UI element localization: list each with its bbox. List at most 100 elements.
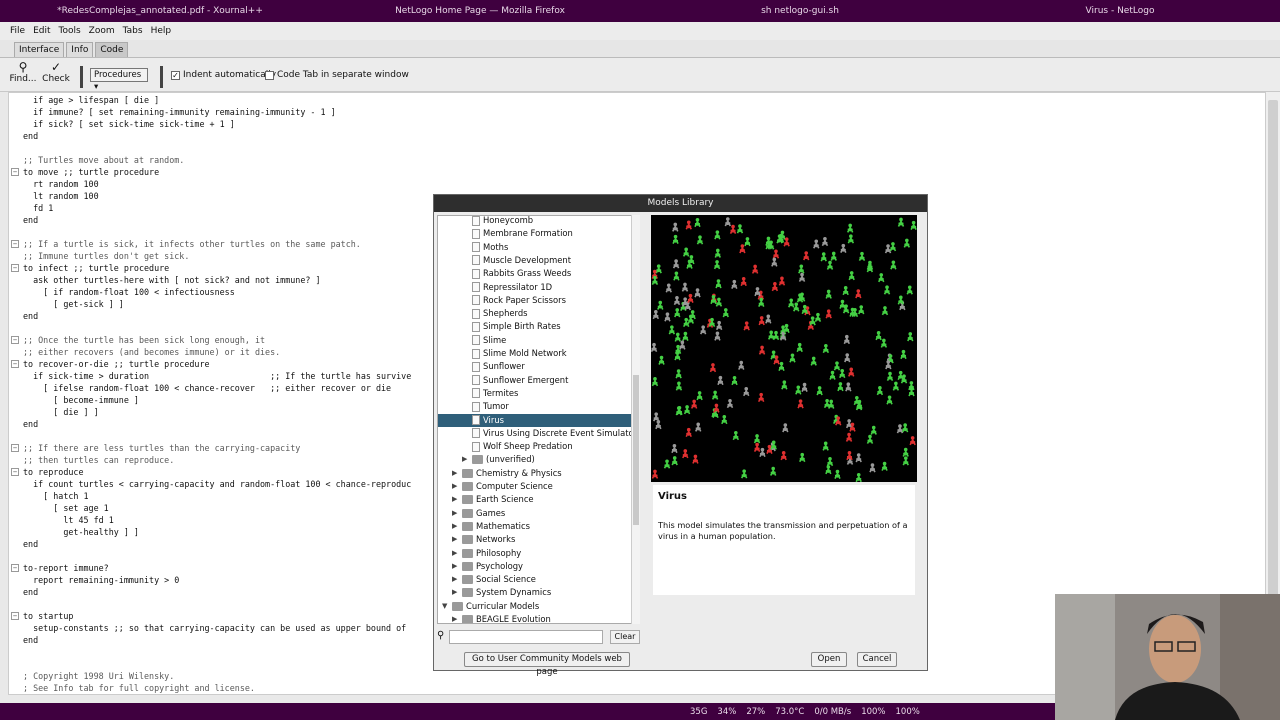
fold-toggle-icon[interactable]: − — [11, 336, 19, 344]
menu-help[interactable]: Help — [151, 26, 172, 36]
folder-item[interactable]: ▶ Mathematics — [452, 520, 530, 533]
model-item[interactable]: Honeycomb — [472, 216, 632, 227]
fold-toggle-icon[interactable]: − — [11, 360, 19, 368]
model-item[interactable]: Sunflower — [472, 360, 632, 373]
separate-window-checkbox[interactable]: Code Tab in separate window — [265, 70, 409, 80]
folder-item[interactable]: ▶ Social Science — [452, 573, 536, 586]
folder-item[interactable]: ▶ Philosophy — [452, 547, 521, 560]
model-item[interactable]: Rock Paper Scissors — [472, 294, 632, 307]
turtle-person — [652, 412, 660, 422]
collapsed-arrow-icon[interactable]: ▶ — [452, 560, 459, 573]
folder-icon — [462, 495, 473, 505]
folder-curricular[interactable]: ▼ Curricular Models — [442, 600, 539, 613]
clear-button[interactable]: Clear — [610, 630, 640, 644]
window-tab-terminal[interactable]: sh netlogo-gui.sh — [640, 0, 960, 22]
procedures-label: Procedures — [94, 70, 142, 80]
collapsed-arrow-icon[interactable]: ▶ — [452, 586, 459, 599]
find-button[interactable]: ⚲ Find... — [8, 61, 38, 85]
open-button[interactable]: Open — [811, 652, 847, 667]
collapsed-arrow-icon[interactable]: ▶ — [452, 533, 459, 546]
expanded-arrow-icon[interactable]: ▼ — [442, 600, 449, 613]
collapsed-arrow-icon[interactable]: ▶ — [452, 520, 459, 533]
code-line: ;; Turtles move about at random. — [23, 155, 185, 165]
tab-interface[interactable]: Interface — [14, 42, 65, 57]
model-item[interactable]: Virus Using Discrete Event Simulator — [472, 427, 632, 440]
window-tab-netlogo[interactable]: Virus - NetLogo — [960, 0, 1280, 22]
model-item[interactable]: Termites — [472, 387, 632, 400]
collapsed-arrow-icon[interactable]: ▶ — [452, 480, 459, 493]
model-item[interactable]: Virus — [438, 413, 631, 427]
menu-zoom[interactable]: Zoom — [89, 26, 115, 36]
fold-toggle-icon[interactable]: − — [11, 240, 19, 248]
model-item[interactable]: Sunflower Emergent — [472, 374, 632, 387]
folder-item[interactable]: ▶ Computer Science — [452, 480, 553, 493]
turtle-person — [696, 235, 704, 245]
menu-tabs[interactable]: Tabs — [123, 26, 143, 36]
turtle-person — [652, 310, 660, 320]
code-line: report remaining-immunity > 0 — [23, 575, 180, 585]
window-tab-firefox[interactable]: NetLogo Home Page — Mozilla Firefox — [320, 0, 640, 22]
collapsed-arrow-icon[interactable]: ▶ — [452, 507, 459, 520]
tab-info[interactable]: Info — [66, 42, 94, 57]
fold-toggle-icon[interactable]: − — [11, 168, 19, 176]
folder-item[interactable]: ▶ System Dynamics — [452, 586, 551, 599]
folder-item[interactable]: ▶ Games — [452, 507, 505, 520]
turtle-person — [685, 427, 692, 438]
folder-unverified[interactable]: ▶ (unverified) — [462, 453, 535, 466]
editor-scroll-thumb[interactable] — [1268, 100, 1278, 670]
folder-label: Mathematics — [476, 520, 530, 531]
tab-code[interactable]: Code — [95, 42, 129, 57]
folder-item[interactable]: ▶ Networks — [452, 533, 515, 546]
fold-toggle-icon[interactable]: − — [11, 444, 19, 452]
model-item[interactable]: Muscle Development — [472, 254, 632, 267]
collapsed-arrow-icon[interactable]: ▶ — [452, 547, 459, 560]
collapsed-arrow-icon[interactable]: ▶ — [452, 493, 459, 506]
menu-edit[interactable]: Edit — [33, 26, 50, 36]
menu-file[interactable]: File — [10, 26, 25, 36]
model-item[interactable]: Wolf Sheep Predation — [472, 440, 632, 453]
model-item[interactable]: Membrane Formation — [472, 227, 632, 240]
model-item[interactable]: Repressilator 1D — [472, 281, 632, 294]
turtle-person — [897, 217, 905, 227]
fold-toggle-icon[interactable]: − — [11, 612, 19, 620]
window-tab-xournal[interactable]: *RedesComplejas_annotated.pdf - Xournal+… — [0, 0, 320, 22]
search-input[interactable] — [449, 630, 603, 644]
tree-scroll-thumb[interactable] — [633, 375, 639, 525]
collapsed-arrow-icon[interactable]: ▶ — [452, 613, 459, 623]
folder-item[interactable]: ▶ Earth Science — [452, 493, 534, 506]
procedures-dropdown[interactable]: Procedures ▾ — [90, 68, 148, 92]
model-item[interactable]: Shepherds — [472, 307, 632, 320]
cancel-button[interactable]: Cancel — [857, 652, 897, 667]
fold-toggle-icon[interactable]: − — [11, 264, 19, 272]
model-item[interactable]: Simple Birth Rates — [472, 320, 632, 333]
code-line: if immune? [ set remaining-immunity rema… — [23, 107, 336, 117]
folder-item[interactable]: ▶ Psychology — [452, 560, 523, 573]
tree-scrollbar[interactable] — [631, 215, 640, 624]
model-info-text: This model simulates the transmission an… — [658, 520, 908, 541]
fold-toggle-icon[interactable]: − — [11, 564, 19, 572]
models-tree[interactable]: Honeycomb Membrane Formation Moths Muscle D… — [437, 215, 633, 624]
folder-item[interactable]: ▶ BEAGLE Evolution — [452, 613, 551, 623]
model-item[interactable]: Tumor — [472, 400, 632, 413]
collapsed-arrow-icon[interactable]: ▶ — [452, 467, 459, 480]
folder-item[interactable]: ▶ Chemistry & Physics — [452, 467, 562, 480]
model-item[interactable]: Moths — [472, 241, 632, 254]
turtle-person — [846, 223, 854, 233]
turtle-person — [886, 371, 894, 381]
turtle-person — [759, 447, 766, 458]
turtle-person — [738, 360, 745, 370]
turtle-person — [671, 456, 678, 466]
indent-checkbox[interactable]: ✓ Indent automatically — [171, 70, 276, 80]
code-line: to infect ;; turtle procedure — [23, 263, 170, 273]
fold-toggle-icon[interactable]: − — [11, 468, 19, 476]
folder-icon — [462, 468, 473, 478]
turtle-person — [795, 385, 802, 395]
model-item[interactable]: Slime — [472, 334, 632, 347]
model-item[interactable]: Slime Mold Network — [472, 347, 632, 360]
check-button[interactable]: ✓ Check — [41, 61, 71, 85]
collapsed-arrow-icon[interactable]: ▶ — [452, 573, 459, 586]
collapsed-arrow-icon[interactable]: ▶ — [462, 453, 469, 466]
model-item[interactable]: Rabbits Grass Weeds — [472, 267, 632, 280]
menu-tools[interactable]: Tools — [59, 26, 81, 36]
community-models-button[interactable]: Go to User Community Models web page — [464, 652, 630, 677]
